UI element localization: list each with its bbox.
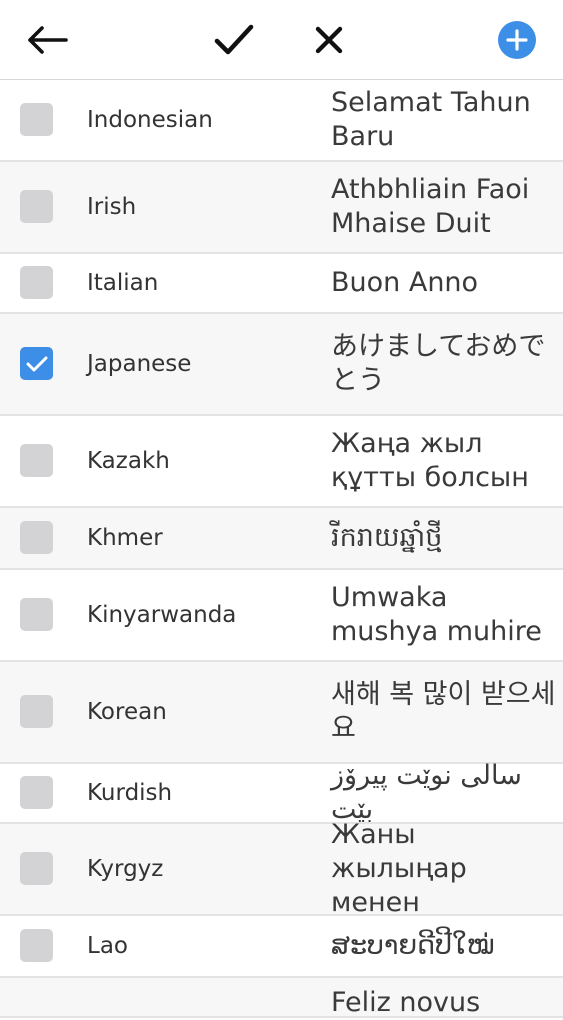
confirm-button[interactable]: [208, 14, 260, 66]
greeting-text: Athbhliain Faoi Mhaise Duit: [331, 174, 530, 239]
language-checkbox[interactable]: [20, 266, 53, 299]
language-name: Italian: [87, 270, 159, 296]
language-name: Irish: [87, 194, 137, 220]
language-name: Kinyarwanda: [87, 602, 237, 628]
language-checkbox[interactable]: [20, 776, 53, 809]
close-icon: [315, 26, 343, 54]
language-checkbox[interactable]: [20, 598, 53, 631]
language-checkbox[interactable]: [20, 929, 53, 962]
greeting-text: ສະບາຍດີປີໃໝ່: [331, 930, 495, 961]
language-row[interactable]: Irish Athbhliain Faoi Mhaise Duit: [0, 162, 563, 254]
language-name: Japanese: [87, 351, 192, 377]
language-checkbox[interactable]: [20, 103, 53, 136]
language-row[interactable]: Kazakh Жаңа жыл құтты болсын: [0, 416, 563, 508]
language-row[interactable]: Feliz novus: [0, 978, 563, 1018]
greeting-text: سالی نوێت پیرۆز بێت: [331, 760, 522, 825]
language-row[interactable]: Khmer រីករាយឆ្នាំថ្មី: [0, 508, 563, 570]
language-checkbox[interactable]: [20, 852, 53, 885]
greeting-text: Buon Anno: [331, 267, 479, 298]
language-name: Kazakh: [87, 448, 170, 474]
language-row[interactable]: Kinyarwanda Umwaka mushya muhire: [0, 570, 563, 662]
language-row[interactable]: Kurdish سالی نوێت پیرۆز بێت: [0, 760, 563, 825]
add-button[interactable]: [491, 14, 543, 66]
language-list: Indonesian Selamat Tahun Baru Irish Athbhli…: [0, 80, 563, 1018]
language-row[interactable]: Indonesian Selamat Tahun Baru: [0, 80, 563, 162]
language-row[interactable]: Lao ສະບາຍດີປີໃໝ່: [0, 916, 563, 978]
language-checkbox[interactable]: [20, 444, 53, 477]
greeting-text: Жаны жылыңар менен: [331, 819, 467, 918]
cancel-button[interactable]: [303, 14, 355, 66]
checkmark-icon: [26, 356, 47, 371]
plus-circle-icon: [498, 21, 536, 59]
language-row[interactable]: Korean 새해 복 많이 받으세요: [0, 662, 563, 764]
arrow-left-icon: [28, 26, 68, 54]
greeting-text: Feliz novus: [331, 987, 481, 1018]
greeting-text: រីករាយឆ្នាំថ្មី: [331, 522, 443, 553]
checkmark-icon: [214, 24, 254, 55]
greeting-text: あけましておめでとう: [331, 331, 546, 396]
back-button[interactable]: [21, 14, 73, 66]
language-checkbox[interactable]: [20, 347, 53, 380]
greeting-text: Жаңа жыл құтты болсын: [331, 428, 529, 493]
language-checkbox[interactable]: [20, 190, 53, 223]
language-row[interactable]: Kyrgyz Жаны жылыңар менен: [0, 819, 563, 918]
language-row[interactable]: Japanese あけましておめでとう: [0, 314, 563, 416]
language-name: Kyrgyz: [87, 856, 164, 882]
language-row[interactable]: Italian Buon Anno: [0, 254, 563, 314]
language-checkbox[interactable]: [20, 521, 53, 554]
greeting-text: Umwaka mushya muhire: [331, 582, 542, 647]
greeting-text: 새해 복 많이 받으세요: [331, 679, 556, 744]
language-name: Korean: [87, 699, 167, 725]
language-name: Indonesian: [87, 107, 213, 133]
language-checkbox[interactable]: [20, 695, 53, 728]
language-name: Khmer: [87, 525, 163, 551]
top-toolbar: [0, 0, 563, 80]
greeting-text: Selamat Tahun Baru: [331, 87, 531, 152]
language-name: Lao: [87, 933, 128, 959]
language-name: Kurdish: [87, 780, 173, 806]
